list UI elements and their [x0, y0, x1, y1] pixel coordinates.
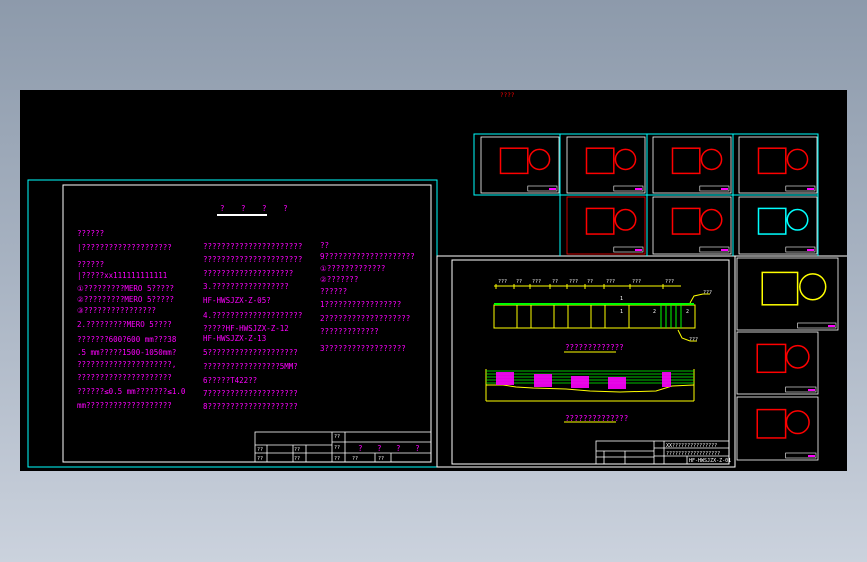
- note-line: 2.?????????MERO 5????: [77, 320, 172, 329]
- dimension-label: ??: [587, 279, 593, 285]
- note-line: ??????????????????????: [203, 255, 302, 264]
- note-line: ??????≤0.5 mm???????≤1.0: [77, 387, 186, 396]
- note-line: ①?????????MERO 5?????: [77, 284, 174, 293]
- note-line: 3??????????????????: [320, 344, 406, 353]
- dimension-label: ???: [632, 279, 641, 285]
- drawing-number: HF-HWSJZX-Z-01: [689, 458, 731, 464]
- note-line: |????????????????????: [77, 243, 172, 252]
- note-line: .5 mm?????1500-1050mm?: [77, 348, 176, 357]
- detail-sheet-thumbnail[interactable]: [566, 196, 646, 255]
- note-line: ??????: [77, 229, 104, 238]
- detail-sheet-thumbnail[interactable]: [480, 136, 560, 194]
- note-line: ?????????????????????,: [77, 360, 176, 369]
- title-block-cell: ??: [294, 447, 300, 453]
- section-mark: 2: [653, 309, 656, 315]
- title-block-cell: ??: [352, 456, 358, 462]
- section-mark: 1: [620, 309, 623, 315]
- dimension-label: ???: [532, 279, 541, 285]
- detail-sheet-thumbnail[interactable]: [738, 196, 818, 255]
- note-line: ?????????????: [320, 327, 379, 336]
- notes-title-block-title: ? ? ? ?: [358, 444, 425, 453]
- note-line: ②???????: [320, 275, 358, 284]
- dimension-label: ??: [552, 279, 558, 285]
- title-block-cell: ??: [294, 456, 300, 462]
- note-line: ??????: [77, 260, 104, 269]
- note-line: mm???????????????????: [77, 401, 172, 410]
- section-mark: 2: [686, 309, 689, 315]
- note-line: ②?????????MERO 5?????: [77, 295, 174, 304]
- title-block-cell: ??: [334, 434, 340, 440]
- dimension-label: ???: [569, 279, 578, 285]
- title-block-cell: ??: [334, 456, 340, 462]
- dimension-label: ???: [606, 279, 615, 285]
- note-line: HF-HWSJZX-Z-05?: [203, 296, 271, 305]
- detail-sheet-thumbnail[interactable]: [652, 196, 732, 255]
- note-line: 4.????????????????????: [203, 311, 302, 320]
- detail-sheet-thumbnail[interactable]: [736, 257, 839, 331]
- plan-caption: ?????????????: [565, 343, 624, 352]
- note-line: 6?????T422??: [203, 376, 257, 385]
- note-line: ③????????????????: [77, 306, 156, 315]
- note-line: ?????????????????????: [77, 373, 172, 382]
- note-line: 2???????????????????: [320, 314, 410, 323]
- note-line: HF-HWSJZX-Z-13: [203, 334, 266, 343]
- note-line: 1?????????????????: [320, 300, 401, 309]
- note-line: ??: [320, 241, 329, 250]
- title-block-cell: ??: [378, 456, 384, 462]
- dimension-label: ???: [498, 279, 507, 285]
- note-line: ?????HF-HWSJZX-Z-12: [203, 324, 289, 333]
- note-line: 3.?????????????????: [203, 282, 289, 291]
- section-mark: 1: [620, 296, 623, 302]
- note-line: 8????????????????????: [203, 402, 298, 411]
- notes-title: ? ? ? ?: [220, 204, 294, 213]
- note-line: ???????600?600 mm???38: [77, 335, 177, 344]
- note-line: ?????????????????5MM?: [203, 362, 298, 371]
- note-line: ??????: [320, 287, 347, 296]
- drawing-title-row1: XX???????????????: [666, 443, 717, 449]
- detail-sheet-thumbnail[interactable]: [652, 136, 732, 194]
- detail-sheet-thumbnail[interactable]: [738, 136, 818, 194]
- note-line: ①?????????????: [320, 264, 385, 273]
- detail-sheet-thumbnail[interactable]: [566, 136, 646, 194]
- drawing-title-row2: ??????????????????: [666, 451, 720, 457]
- dimension-label: ??: [516, 279, 522, 285]
- cad-drawing-canvas[interactable]: ???? ? ? ? ? ?????? |????????????????????…: [0, 0, 867, 562]
- dimension-label: ???: [665, 279, 674, 285]
- title-block-cell: ??: [257, 447, 263, 453]
- title-block-cell: ??: [334, 445, 340, 451]
- note-line: 9????????????????????: [320, 252, 415, 261]
- top-label: ????: [500, 92, 515, 99]
- note-line: 5????????????????????: [203, 348, 298, 357]
- note-line: |?????xx111111111111: [77, 271, 167, 280]
- note-line: ??????????????????????: [203, 242, 302, 251]
- note-line: ????????????????????: [203, 269, 293, 278]
- title-block-cell: ??: [257, 456, 263, 462]
- detail-sheet-thumbnail[interactable]: [736, 331, 819, 395]
- detail-sheet-thumbnail[interactable]: [736, 396, 819, 461]
- note-line: 7????????????????????: [203, 389, 298, 398]
- leader-label: ???: [689, 337, 698, 343]
- leader-label: ???: [703, 290, 712, 296]
